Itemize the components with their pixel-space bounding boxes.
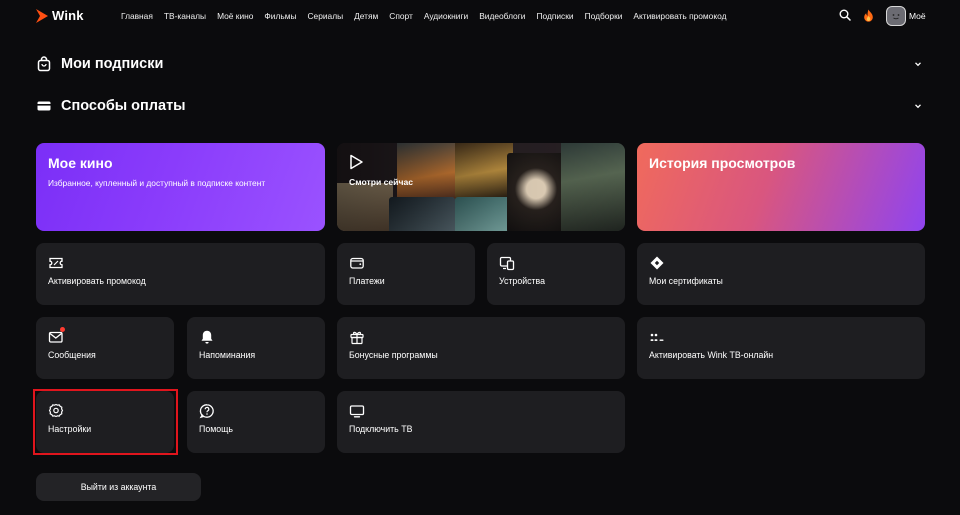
help-icon <box>199 404 214 419</box>
unread-badge <box>60 327 65 332</box>
poster-overlay <box>337 143 625 231</box>
credit-card-icon <box>37 101 51 111</box>
activate-promocode-label: Активировать промокод <box>48 276 146 286</box>
fire-icon[interactable] <box>863 9 874 22</box>
payment-methods-accordion[interactable]: Способы оплаты <box>36 94 926 118</box>
nav-item-audiobooks[interactable]: Аудиокниги <box>424 11 468 21</box>
watch-now-tile[interactable]: Смотри сейчас <box>337 143 625 231</box>
devices-icon <box>499 256 515 271</box>
messages-tile[interactable]: Сообщения <box>36 317 174 379</box>
watch-history-title: История просмотров <box>649 155 796 171</box>
gear-icon <box>48 403 64 418</box>
my-kino-title: Мое кино <box>48 155 113 171</box>
chevron-down-icon[interactable] <box>914 60 922 68</box>
bell-icon <box>201 330 213 344</box>
nav-item-sport[interactable]: Спорт <box>389 11 413 21</box>
ticket-icon <box>650 256 664 270</box>
activate-promocode-tile[interactable]: Активировать промокод <box>36 243 325 305</box>
play-icon <box>350 154 363 170</box>
shopping-bag-icon <box>37 56 51 72</box>
payment-methods-title: Способы оплаты <box>61 98 186 114</box>
reminders-tile[interactable]: Напоминания <box>187 317 325 379</box>
main-nav: Главная ТВ-каналы Моё кино Фильмы Сериал… <box>121 11 737 21</box>
profile-label[interactable]: Моё <box>909 11 926 21</box>
help-label: Помощь <box>199 424 233 434</box>
my-certificates-label: Мои сертификаты <box>649 276 723 286</box>
settings-tile[interactable]: Настройки <box>36 391 174 453</box>
nav-item-collections[interactable]: Подборки <box>585 11 623 21</box>
bonus-programs-tile[interactable]: Бонусные программы <box>337 317 625 379</box>
search-icon[interactable] <box>839 9 851 21</box>
nav-item-my-kino[interactable]: Моё кино <box>217 11 253 21</box>
connect-tv-label: Подключить ТВ <box>349 424 413 434</box>
wink-logo[interactable]: Wink <box>36 8 84 23</box>
nav-item-series[interactable]: Сериалы <box>308 11 344 21</box>
promo-ticket-icon <box>49 257 63 269</box>
devices-tile[interactable]: Устройства <box>487 243 625 305</box>
watch-history-tile[interactable]: История просмотров <box>637 143 925 231</box>
nav-item-tv[interactable]: ТВ-каналы <box>164 11 206 21</box>
logout-button[interactable]: Выйти из аккаунта <box>36 473 201 501</box>
bonus-programs-label: Бонусные программы <box>349 350 438 360</box>
nav-item-subscriptions[interactable]: Подписки <box>536 11 573 21</box>
avatar[interactable] <box>886 6 906 26</box>
gift-icon <box>350 331 364 345</box>
my-kino-tile[interactable]: Мое кино Избранное, купленный и доступны… <box>36 143 325 231</box>
nav-item-videoblogs[interactable]: Видеоблоги <box>479 11 525 21</box>
settings-label: Настройки <box>48 424 92 434</box>
reminders-label: Напоминания <box>199 350 256 360</box>
nav-item-home[interactable]: Главная <box>121 11 153 21</box>
logo-text: Wink <box>52 8 84 23</box>
nav-item-kids[interactable]: Детям <box>354 11 378 21</box>
watch-now-label: Смотри сейчас <box>349 177 414 187</box>
activate-wink-tv-tile[interactable]: Активировать Wink ТВ-онлайн <box>637 317 925 379</box>
avatar-face-icon <box>892 14 900 20</box>
payments-label: Платежи <box>349 276 385 286</box>
wallet-icon <box>350 257 364 269</box>
my-kino-subtitle: Избранное, купленный и доступный в подпи… <box>48 178 266 188</box>
chevron-down-icon[interactable] <box>914 102 922 110</box>
payments-tile[interactable]: Платежи <box>337 243 475 305</box>
help-tile[interactable]: Помощь <box>187 391 325 453</box>
nav-item-promocode[interactable]: Активировать промокод <box>633 11 726 21</box>
tv-icon <box>349 405 365 418</box>
messages-label: Сообщения <box>48 350 96 360</box>
subscriptions-title: Мои подписки <box>61 56 164 72</box>
my-certificates-tile[interactable]: Мои сертификаты <box>637 243 925 305</box>
activate-wink-tv-label: Активировать Wink ТВ-онлайн <box>649 350 774 360</box>
connect-tv-tile[interactable]: Подключить ТВ <box>337 391 625 453</box>
top-header: Wink Главная ТВ-каналы Моё кино Фильмы С… <box>0 0 960 32</box>
remote-dots-icon <box>650 333 664 341</box>
subscriptions-accordion[interactable]: Мои подписки <box>36 52 926 76</box>
wink-logo-icon <box>36 8 48 23</box>
nav-item-films[interactable]: Фильмы <box>264 11 296 21</box>
devices-label: Устройства <box>499 276 546 286</box>
